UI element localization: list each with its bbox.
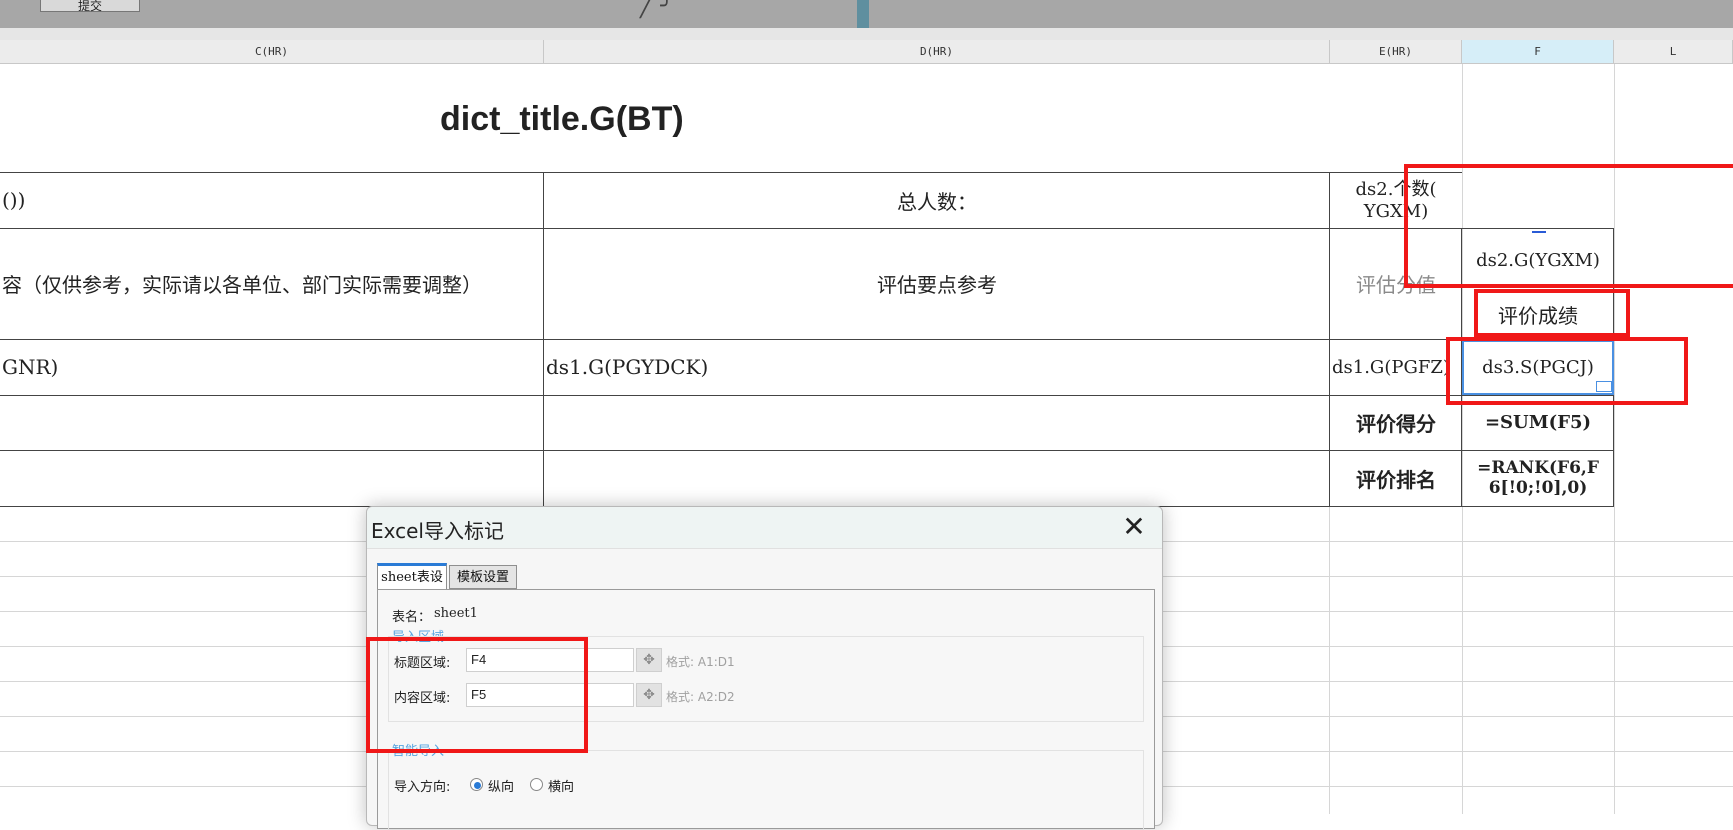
cell-e6[interactable]: 评价得分 — [1330, 395, 1462, 450]
cell-c4[interactable]: 容（仅供参考，实际请以各单位、部门实际需要调整） — [2, 228, 542, 339]
sheet-title[interactable]: dict_title.G(BT) — [440, 96, 700, 142]
cell-e7[interactable]: 评价排名 — [1330, 450, 1462, 506]
column-header-l[interactable]: L — [1614, 40, 1733, 64]
column-header-e[interactable]: E(HR) — [1330, 40, 1462, 64]
radio-horizontal-label[interactable]: 横向 — [548, 776, 574, 795]
range-picker-icon[interactable]: ✥ — [636, 648, 662, 672]
cell-d4[interactable]: 评估要点参考 — [544, 228, 1330, 339]
table-name-label: 表名： — [392, 610, 432, 625]
grid-line — [1329, 507, 1330, 814]
tab-sheet-settings[interactable]: sheet表设置 — [377, 563, 447, 609]
highlight-box — [366, 637, 588, 753]
column-header-d[interactable]: D(HR) — [544, 40, 1330, 64]
highlight-box — [1446, 337, 1688, 405]
cell-c3[interactable]: ()) — [2, 172, 502, 228]
range-picker-icon[interactable]: ✥ — [636, 683, 662, 707]
dialog-title: Excel导入标记 — [371, 519, 504, 543]
tab-template-settings[interactable]: 模板设置 — [449, 565, 517, 589]
toolbar-partial-icon: ╱ ╯ — [640, 0, 674, 19]
table-name-value: sheet1 — [434, 606, 478, 621]
content-area-format-hint: 格式: A2:D2 — [666, 690, 735, 704]
close-icon[interactable]: ✕ — [1119, 513, 1149, 543]
column-header-f[interactable]: F — [1462, 40, 1614, 64]
submit-button[interactable]: 提交 — [40, 0, 140, 13]
direction-label: 导入方向: — [394, 780, 451, 795]
toolbar-gap — [0, 28, 1733, 40]
radio-horizontal[interactable] — [530, 778, 543, 791]
highlight-box — [1474, 289, 1630, 337]
cell-f7[interactable]: =RANK(F6,F 6[!0;!0],0) — [1462, 450, 1614, 506]
radio-vertical-label[interactable]: 纵向 — [488, 776, 514, 795]
title-area-format-hint: 格式: A1:D1 — [666, 655, 735, 669]
column-header-c[interactable]: C(HR) — [0, 40, 544, 64]
highlight-box — [1404, 164, 1733, 288]
cell-c5[interactable]: GNR) — [2, 339, 542, 395]
cell-e5[interactable]: ds1.G(PGFZ) — [1332, 339, 1462, 395]
toolbar-splitter[interactable] — [857, 0, 869, 28]
radio-vertical[interactable] — [470, 778, 483, 791]
cell-d5[interactable]: ds1.G(PGYDCK) — [546, 339, 1326, 395]
cell-d3[interactable]: 总人数： — [544, 172, 1330, 228]
